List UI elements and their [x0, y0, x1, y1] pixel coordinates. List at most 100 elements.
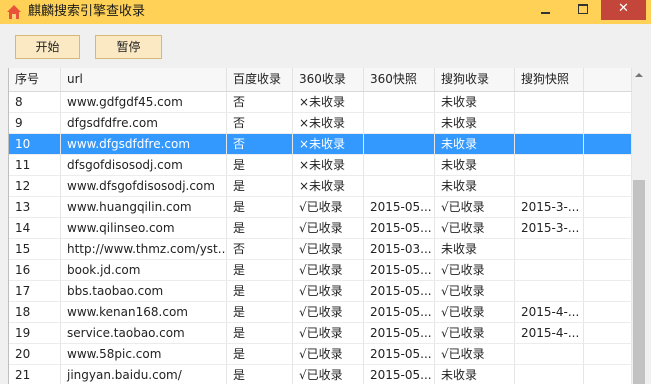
table-row[interactable]: 11 dfsgofdisosodj.com 是 ×未收录 未收录 — [9, 155, 632, 176]
cell-sogou-snapshot — [515, 344, 584, 365]
cell-extra — [584, 176, 632, 197]
column-header-so360-snapshot[interactable]: 360快照 — [364, 68, 435, 91]
cell-so360: ×未收录 — [293, 176, 364, 197]
cell-url: www.kenan168.com — [61, 302, 227, 323]
maximize-button[interactable] — [564, 0, 601, 20]
cell-so360: √已收录 — [293, 260, 364, 281]
scroll-up-button[interactable] — [632, 68, 646, 82]
cell-so360: ×未收录 — [293, 134, 364, 155]
cell-so360-snapshot: 2015-05... — [364, 323, 435, 344]
cell-baidu: 是 — [227, 344, 293, 365]
cell-sogou-snapshot — [515, 92, 584, 113]
column-header-sogou-snapshot[interactable]: 搜狗快照 — [515, 68, 584, 91]
cell-sogou-snapshot — [515, 239, 584, 260]
cell-url: www.huangqilin.com — [61, 197, 227, 218]
cell-sogou-snapshot — [515, 134, 584, 155]
cell-url: service.taobao.com — [61, 323, 227, 344]
column-header-extra[interactable] — [584, 68, 632, 91]
cell-sogou: √已收录 — [435, 218, 515, 239]
cell-so360-snapshot: 2015-05... — [364, 302, 435, 323]
cell-extra — [584, 302, 632, 323]
cell-extra — [584, 218, 632, 239]
cell-extra — [584, 239, 632, 260]
scrollbar-thumb[interactable] — [633, 180, 645, 384]
cell-url: jingyan.baidu.com/ — [61, 365, 227, 384]
table-row[interactable]: 13 www.huangqilin.com 是 √已收录 2015-05... √已收录 2… — [9, 197, 632, 218]
column-header-url[interactable]: url — [61, 68, 227, 91]
start-button[interactable]: 开始 — [15, 35, 80, 59]
vertical-scrollbar[interactable] — [632, 68, 646, 384]
cell-index: 19 — [9, 323, 61, 344]
cell-so360-snapshot — [364, 176, 435, 197]
table-header: 序号 url 百度收录 360收录 360快照 搜狗收录 搜狗快照 — [9, 68, 632, 92]
cell-so360: √已收录 — [293, 323, 364, 344]
cell-sogou-snapshot — [515, 176, 584, 197]
cell-sogou-snapshot: 2015-4-... — [515, 302, 584, 323]
pause-button[interactable]: 暂停 — [95, 35, 162, 59]
table-row[interactable]: 15 http://www.thmz.com/yst... 否 √已收录 2015-03… — [9, 239, 632, 260]
table-row[interactable]: 9 dfgsdfdfre.com 否 ×未收录 未收录 — [9, 113, 632, 134]
cell-so360-snapshot — [364, 113, 435, 134]
table-row[interactable]: 21 jingyan.baidu.com/是 √已收录 2015-05... 未收录 — [9, 365, 632, 384]
cell-index: 11 — [9, 155, 61, 176]
house-icon — [7, 5, 21, 19]
cell-index: 18 — [9, 302, 61, 323]
cell-index: 9 — [9, 113, 61, 134]
cell-so360-snapshot: 2015-05... — [364, 218, 435, 239]
cell-index: 14 — [9, 218, 61, 239]
cell-sogou: √已收录 — [435, 260, 515, 281]
cell-index: 13 — [9, 197, 61, 218]
cell-url: dfsgofdisosodj.com — [61, 155, 227, 176]
column-header-so360[interactable]: 360收录 — [293, 68, 364, 91]
cell-sogou: 未收录 — [435, 134, 515, 155]
cell-so360: √已收录 — [293, 344, 364, 365]
cell-sogou: 未收录 — [435, 365, 515, 384]
cell-sogou: 未收录 — [435, 176, 515, 197]
table-row[interactable]: 16 book.jd.com 是 √已收录 2015-05... √已收录 — [9, 260, 632, 281]
close-icon: ✕ — [618, 1, 629, 16]
cell-baidu: 否 — [227, 113, 293, 134]
cell-so360: ×未收录 — [293, 113, 364, 134]
cell-so360: √已收录 — [293, 281, 364, 302]
cell-so360-snapshot: 2015-05... — [364, 197, 435, 218]
cell-index: 17 — [9, 281, 61, 302]
close-button[interactable]: ✕ — [601, 0, 646, 20]
cell-baidu: 是 — [227, 302, 293, 323]
table-row[interactable]: 10 www.dfgsdfdfre.com 否 ×未收录 未收录 — [9, 134, 632, 155]
minimize-icon — [541, 12, 550, 14]
cell-baidu: 是 — [227, 260, 293, 281]
cell-extra — [584, 260, 632, 281]
table-row[interactable]: 18 www.kenan168.com 是 √已收录 2015-05... √已收录 201… — [9, 302, 632, 323]
title-bar[interactable]: 麒麟搜索引擎查收录 ✕ — [0, 0, 651, 24]
column-header-sogou[interactable]: 搜狗收录 — [435, 68, 515, 91]
cell-so360: √已收录 — [293, 218, 364, 239]
table-row[interactable]: 17 bbs.taobao.com 是 √已收录 2015-05... √已收录 — [9, 281, 632, 302]
cell-extra — [584, 92, 632, 113]
maximize-icon — [578, 4, 588, 14]
table-row[interactable]: 12 www.dfsgofdisosodj.com 是 ×未收录 未收录 — [9, 176, 632, 197]
cell-sogou-snapshot — [515, 155, 584, 176]
cell-sogou-snapshot — [515, 260, 584, 281]
cell-so360: √已收录 — [293, 197, 364, 218]
cell-sogou: 未收录 — [435, 239, 515, 260]
cell-sogou-snapshot: 2015-3-... — [515, 197, 584, 218]
window-title: 麒麟搜索引擎查收录 — [28, 4, 146, 19]
table-row[interactable]: 20 www.58pic.com 是 √已收录 2015-05... √已收录 — [9, 344, 632, 365]
cell-sogou-snapshot: 2015-4-... — [515, 323, 584, 344]
column-header-index[interactable]: 序号 — [9, 68, 61, 91]
column-header-baidu[interactable]: 百度收录 — [227, 68, 293, 91]
cell-extra — [584, 323, 632, 344]
table-row[interactable]: 19 service.taobao.com 是 √已收录 2015-05... √已收录 2… — [9, 323, 632, 344]
minimize-button[interactable] — [527, 0, 564, 20]
table-row[interactable]: 14 www.qilinseo.com 是 √已收录 2015-05... √已收录 201… — [9, 218, 632, 239]
results-table[interactable]: 序号 url 百度收录 360收录 360快照 搜狗收录 搜狗快照 8 www.gdfgdf4… — [8, 68, 646, 384]
cell-url: www.dfgsdfdfre.com — [61, 134, 227, 155]
table-row[interactable]: 8 www.gdfgdf45.com 否 ×未收录 未收录 — [9, 92, 632, 113]
cell-url: www.gdfgdf45.com — [61, 92, 227, 113]
cell-url: bbs.taobao.com — [61, 281, 227, 302]
cell-extra — [584, 134, 632, 155]
cell-url: dfgsdfdfre.com — [61, 113, 227, 134]
cell-so360-snapshot: 2015-05... — [364, 365, 435, 384]
cell-extra — [584, 365, 632, 384]
cell-index: 15 — [9, 239, 61, 260]
